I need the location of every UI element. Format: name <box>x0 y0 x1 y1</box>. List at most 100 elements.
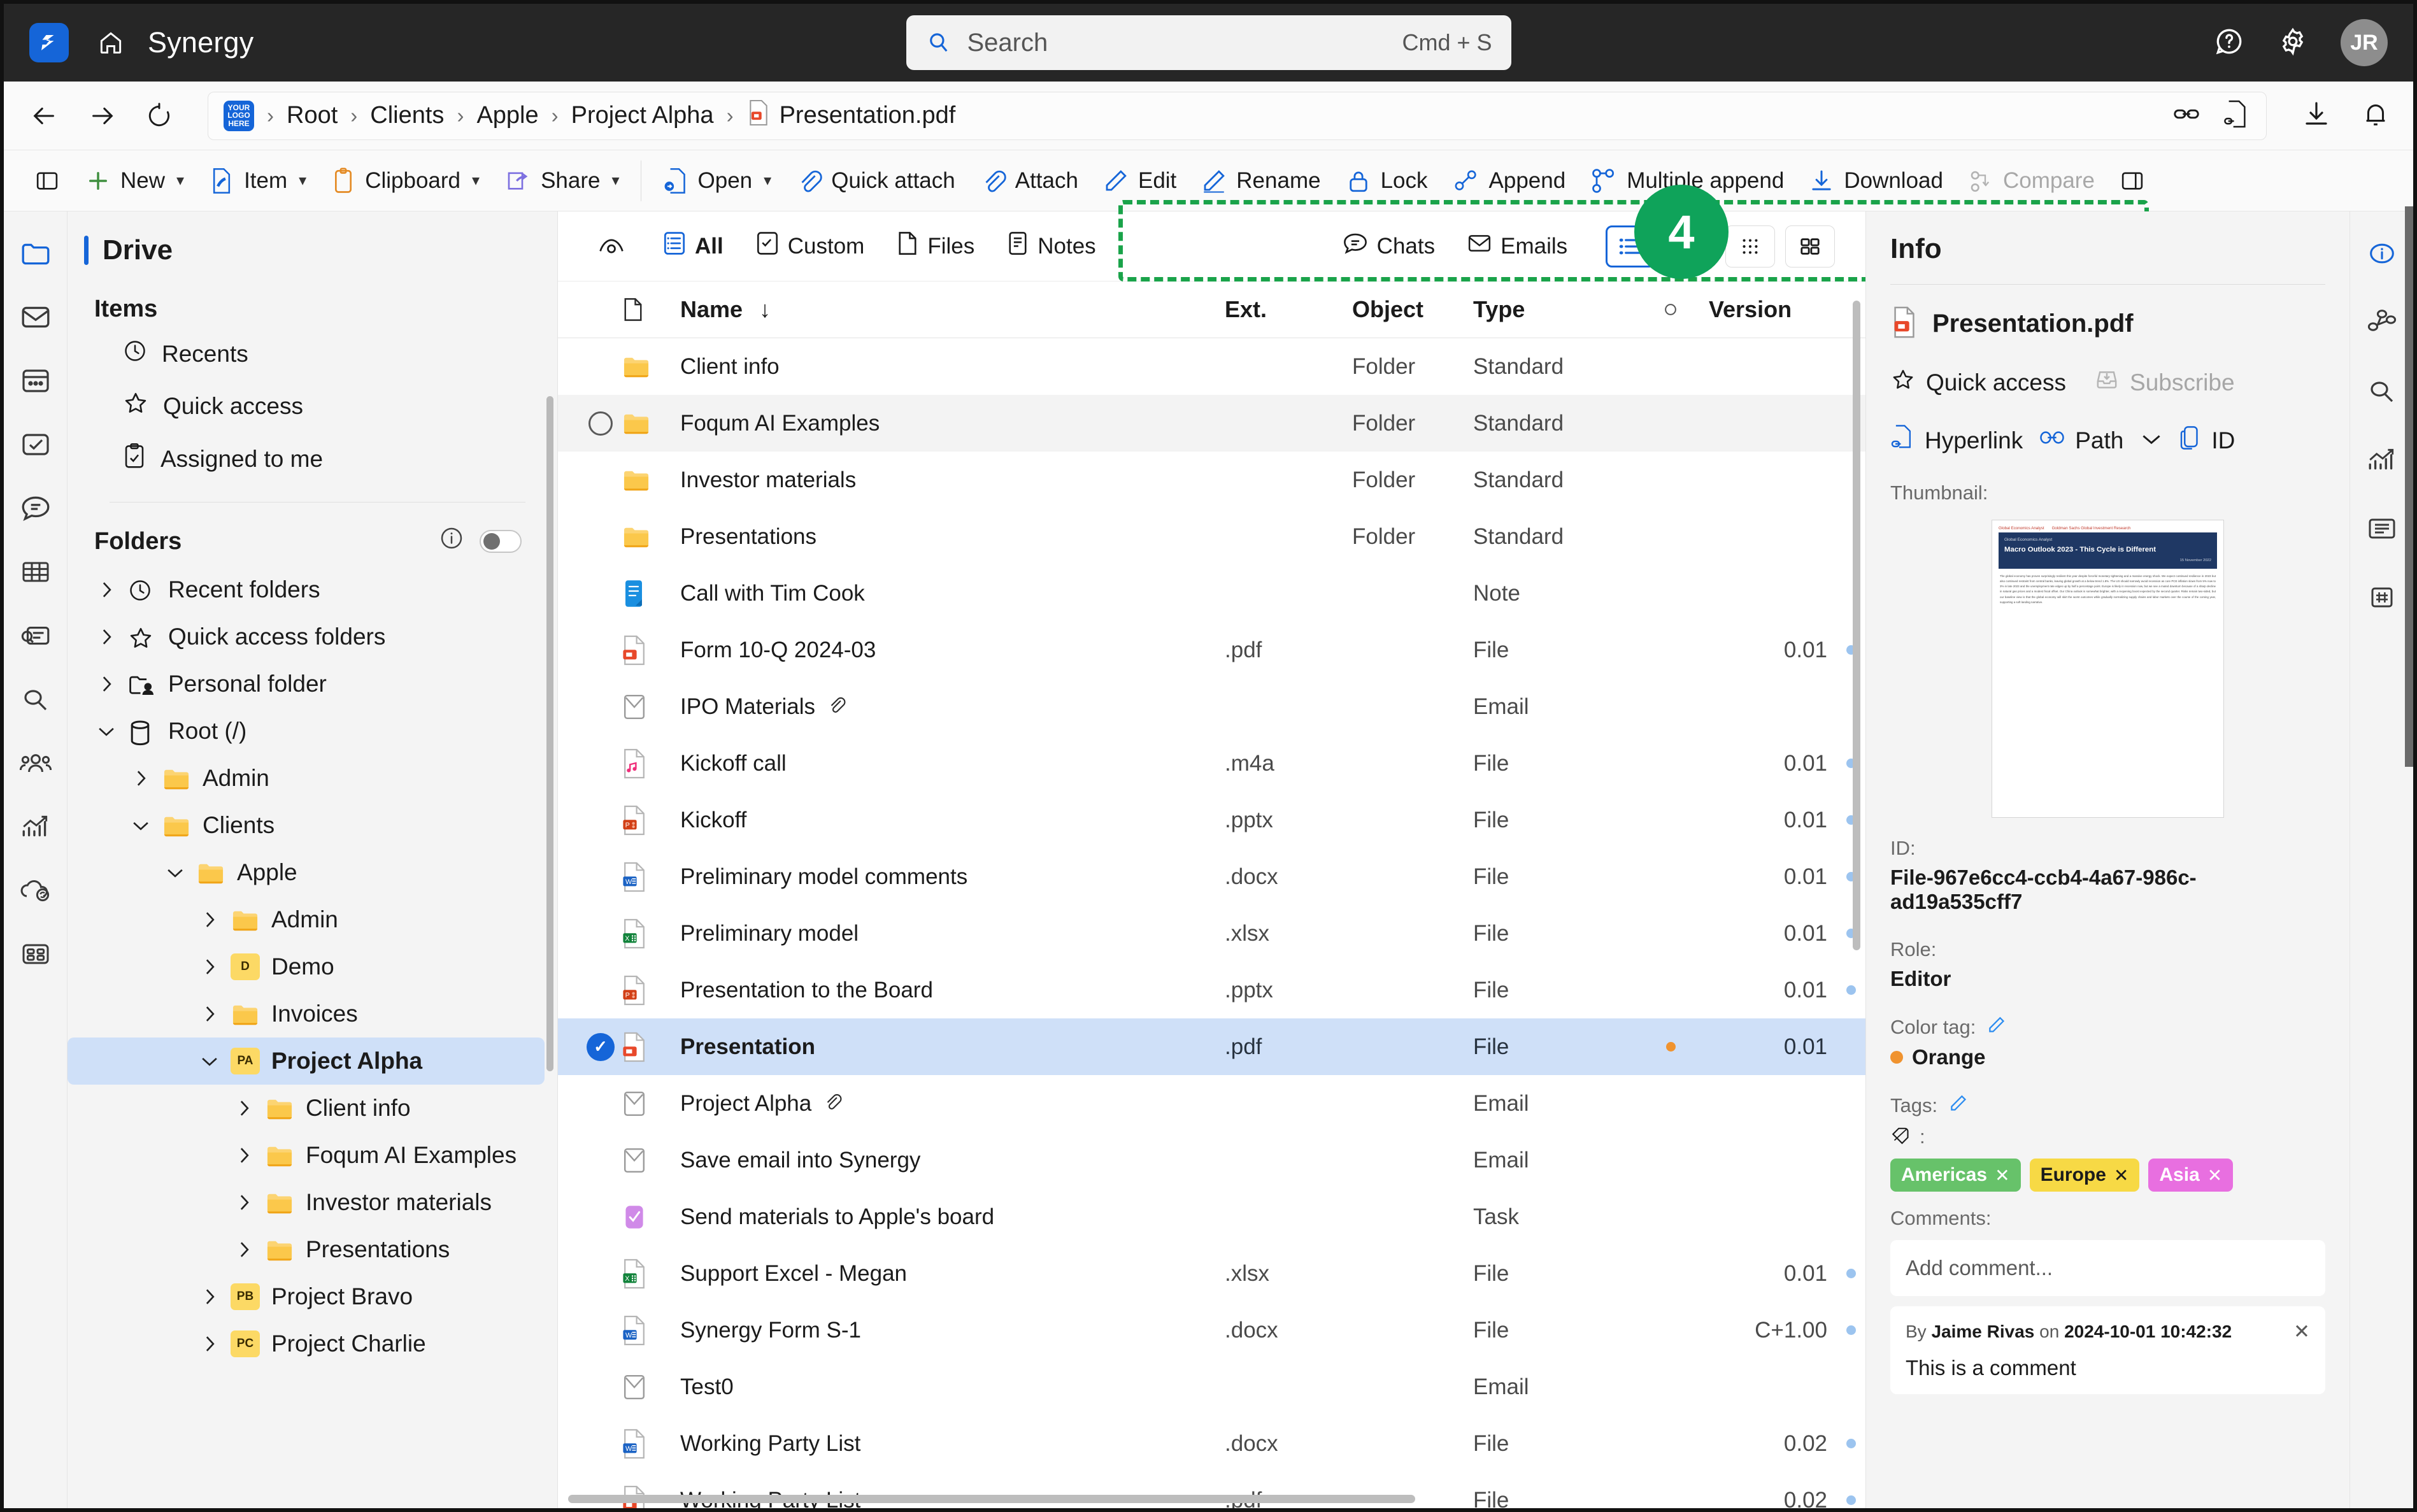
chevron-right-icon[interactable] <box>97 627 116 646</box>
row-name-cell[interactable]: Test0 <box>680 1374 1225 1400</box>
chevron-right-icon[interactable] <box>200 1334 219 1353</box>
tag-chip[interactable]: Asia ✕ <box>2148 1159 2234 1192</box>
row-name-cell[interactable]: Foqum AI Examples <box>680 411 1225 436</box>
column-status-icon[interactable] <box>1632 303 1709 317</box>
tab-custom[interactable]: Custom <box>741 224 879 269</box>
tab-all[interactable]: All <box>648 224 738 269</box>
tab-emails[interactable]: Emails <box>1453 225 1581 267</box>
forward-arrow-icon[interactable] <box>84 98 120 134</box>
row-name-cell[interactable]: Kickoff call <box>680 751 1225 776</box>
sidebar-item-recents[interactable]: Recents <box>68 328 557 380</box>
column-version[interactable]: Version <box>1709 296 1836 323</box>
row-select-checkbox[interactable]: ✓ <box>580 1032 622 1061</box>
column-object[interactable]: Object <box>1352 296 1473 323</box>
right-rail-info-icon[interactable] <box>2362 236 2402 271</box>
chevron-down-icon[interactable] <box>166 866 185 879</box>
tree-item-invoices[interactable]: Invoices <box>68 990 545 1038</box>
table-row[interactable]: Kickoff call .m4a File 0.01 <box>558 735 1865 792</box>
page-scrollbar[interactable] <box>2405 206 2413 767</box>
table-row[interactable]: Save email into Synergy Email <box>558 1132 1865 1188</box>
row-name-cell[interactable]: Working Party List <box>680 1431 1225 1457</box>
chevron-right-icon[interactable] <box>200 910 219 929</box>
breadcrumb-item-clients[interactable]: Clients <box>370 102 444 129</box>
item-button[interactable]: Item ▾ <box>196 159 318 203</box>
table-row[interactable]: IPO Materials Email <box>558 678 1865 735</box>
search-input[interactable]: Search Cmd + S <box>906 15 1511 70</box>
download-button[interactable]: Download <box>1796 159 1955 203</box>
chevron-down-icon[interactable] <box>2140 431 2163 450</box>
table-row[interactable]: W Working Party List .docx File 0.02 <box>558 1415 1865 1472</box>
row-name-cell[interactable]: Preliminary model comments <box>680 864 1225 890</box>
table-row[interactable]: Form 10-Q 2024-03 .pdf File 0.01 <box>558 622 1865 678</box>
bell-icon[interactable] <box>2361 99 2390 132</box>
row-name-cell[interactable]: Kickoff <box>680 808 1225 833</box>
share-button[interactable]: Share ▾ <box>492 159 631 203</box>
tree-item-root[interactable]: Root (/) <box>68 708 545 755</box>
rail-chart-icon[interactable] <box>16 809 55 845</box>
open-button[interactable]: Open ▾ <box>650 159 784 203</box>
panel-toggle-right-icon[interactable] <box>2107 159 2158 203</box>
layout-compact-view-button[interactable] <box>1725 225 1775 267</box>
close-icon[interactable]: ✕ <box>2114 1165 2128 1186</box>
table-row[interactable]: Test0 Email <box>558 1359 1865 1415</box>
add-comment-input[interactable]: Add comment... <box>1890 1240 2325 1296</box>
row-name-cell[interactable]: Presentation <box>680 1034 1225 1060</box>
chevron-right-icon[interactable] <box>200 1287 219 1306</box>
rail-task-icon[interactable] <box>16 427 55 462</box>
row-name-cell[interactable]: Investor materials <box>680 467 1225 493</box>
rail-calendar-icon[interactable] <box>16 363 55 399</box>
right-rail-hash-icon[interactable] <box>2362 580 2402 615</box>
table-row[interactable]: Presentations Folder Standard <box>558 508 1865 565</box>
eye-icon[interactable] <box>574 229 645 264</box>
home-icon[interactable] <box>93 25 129 61</box>
row-select-checkbox[interactable] <box>580 411 622 436</box>
chevron-right-icon[interactable] <box>234 1193 253 1212</box>
tree-item-demo[interactable]: D Demo <box>68 943 545 990</box>
pencil-edit-icon[interactable] <box>1949 1094 1968 1118</box>
help-icon[interactable] <box>2213 25 2245 61</box>
row-name-cell[interactable]: Presentations <box>680 524 1225 550</box>
tree-item-project-charlie[interactable]: PC Project Charlie <box>68 1320 545 1367</box>
table-row[interactable]: Client info Folder Standard <box>558 338 1865 395</box>
refresh-icon[interactable] <box>141 98 177 134</box>
path-button[interactable]: Path <box>2039 427 2123 454</box>
column-name[interactable]: Name ↓ <box>680 296 1225 323</box>
table-row[interactable]: Send materials to Apple's board Task <box>558 1188 1865 1245</box>
sidebar-scrollbar[interactable] <box>546 396 553 1071</box>
document-link-icon[interactable] <box>2223 99 2251 132</box>
sidebar-item-quick-access[interactable]: Quick access <box>68 380 557 432</box>
rail-mail-icon[interactable] <box>16 299 55 335</box>
chevron-right-icon[interactable] <box>234 1099 253 1118</box>
new-button[interactable]: New ▾ <box>73 159 196 203</box>
right-rail-relations-icon[interactable] <box>2362 304 2402 340</box>
table-row[interactable]: Investor materials Folder Standard <box>558 452 1865 508</box>
chevron-down-icon[interactable] <box>131 819 150 832</box>
gear-icon[interactable] <box>2277 25 2309 61</box>
tree-item-clients[interactable]: Clients <box>68 802 545 849</box>
tab-chats[interactable]: Chats <box>1328 224 1449 268</box>
breadcrumb-item-project-alpha[interactable]: Project Alpha <box>571 102 714 129</box>
attach-button[interactable]: Attach <box>967 159 1090 203</box>
folders-toggle[interactable] <box>480 530 522 553</box>
table-row[interactable]: W Preliminary model comments .docx File 0.01 <box>558 848 1865 905</box>
tree-item-investor-materials[interactable]: Investor materials <box>68 1179 545 1226</box>
table-vertical-scrollbar[interactable] <box>1853 301 1860 951</box>
tab-files[interactable]: Files <box>882 224 988 269</box>
chevron-right-icon[interactable] <box>97 674 116 694</box>
breadcrumb-item-apple[interactable]: Apple <box>476 102 538 129</box>
row-name-cell[interactable]: Form 10-Q 2024-03 <box>680 638 1225 663</box>
row-name-cell[interactable]: Presentation to the Board <box>680 978 1225 1003</box>
back-arrow-icon[interactable] <box>27 98 62 134</box>
row-name-cell[interactable]: Project Alpha <box>680 1091 1225 1116</box>
tag-chip[interactable]: Europe ✕ <box>2029 1159 2140 1192</box>
table-row[interactable]: ✓ Presentation .pdf File 0.01 <box>558 1018 1865 1076</box>
rail-apps-icon[interactable] <box>16 936 55 972</box>
tree-item-project-alpha[interactable]: PA Project Alpha <box>68 1038 545 1085</box>
rail-cloud-sync-icon[interactable] <box>16 873 55 908</box>
tab-notes[interactable]: Notes <box>992 224 1109 269</box>
table-row[interactable]: Call with Tim Cook Note <box>558 565 1865 622</box>
table-row[interactable]: P Kickoff .pptx File 0.01 <box>558 792 1865 848</box>
breadcrumb-item-root[interactable]: Root <box>287 102 338 129</box>
row-name-cell[interactable]: Support Excel - Megan <box>680 1261 1225 1287</box>
tree-item-presentations[interactable]: Presentations <box>68 1226 545 1273</box>
